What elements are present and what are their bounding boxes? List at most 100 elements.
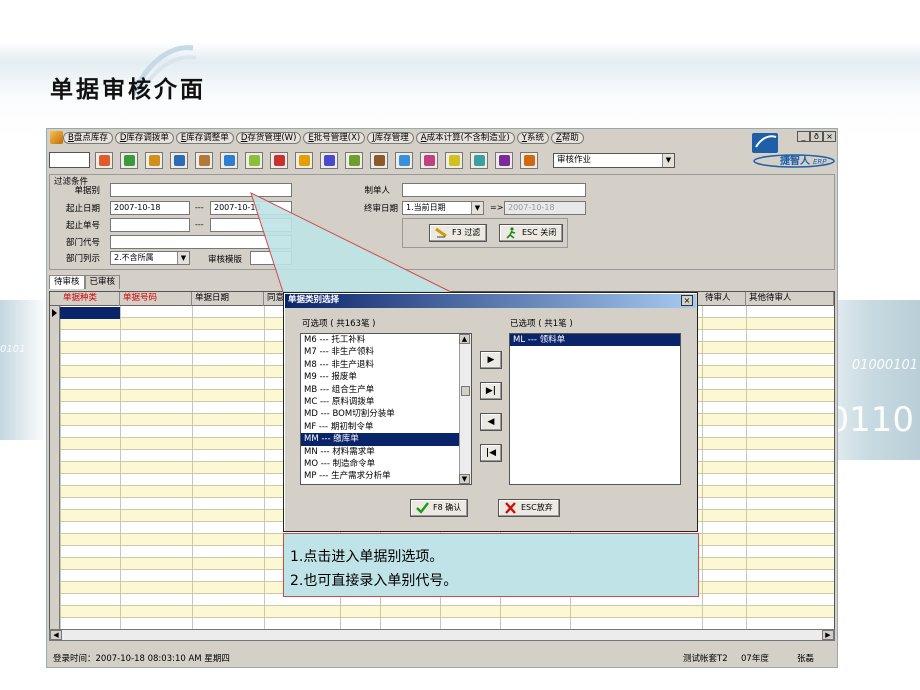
menu-item[interactable]: A成本计算(不含制造业) — [415, 132, 515, 144]
move-all-right-button[interactable]: ▶| — [480, 382, 502, 400]
available-list[interactable]: M6 --- 托工补料 M7 --- 非生产领料 M8 --- 非生产退料 M9 --… — [300, 333, 472, 485]
list-item[interactable]: MM --- 缴库单 — [301, 433, 471, 446]
selected-list[interactable]: ML --- 领料单 — [509, 333, 681, 485]
dept-list-select[interactable]: 2.不含所属 ▼ — [110, 251, 190, 265]
table-row[interactable] — [50, 606, 834, 618]
current-row-arrow-icon — [52, 309, 57, 317]
doc-no-to-input[interactable] — [210, 218, 292, 232]
confirm-button[interactable]: F8 确认 — [410, 499, 469, 517]
toolbar-button[interactable] — [445, 152, 463, 169]
dialog-close-button[interactable]: × — [681, 295, 693, 306]
menu-item[interactable]: D存货管理(W) — [235, 132, 302, 144]
grid-column-divider — [120, 306, 121, 640]
menu-list: B盘点库存 D库存调拨单 E库存调整单 D存货管理(W) E批号管理(X) J库存管理 A成… — [63, 132, 584, 144]
move-left-button[interactable]: ◀ — [480, 413, 502, 431]
grid-column-header[interactable]: 单据日期 — [192, 292, 264, 306]
close-button-label: ESC 关闭 — [522, 228, 557, 237]
status-bar: 登录时间：2007-10-18 08:03:10 AM 星期四 测试帐套T2 0… — [47, 647, 837, 667]
toolbar-button[interactable] — [170, 152, 188, 169]
filter-icon — [435, 227, 447, 238]
doc-no-from-input[interactable] — [110, 218, 190, 232]
menu-item-label: 库存调整单 — [186, 133, 229, 143]
toolbar-icon — [498, 155, 510, 166]
list-item[interactable]: MF --- 期初制令单 — [301, 421, 471, 433]
toolbar-button[interactable] — [120, 152, 138, 169]
final-date-input[interactable]: 2007-10-18 — [504, 201, 586, 215]
list-item[interactable]: M8 --- 非生产退料 — [301, 359, 471, 371]
selected-label: 已选项 ( 共1笔 ) — [510, 319, 573, 329]
tab-pending[interactable]: 待审核 — [49, 275, 85, 289]
move-all-left-button[interactable]: |◀ — [480, 444, 502, 462]
scroll-up-arrow-icon[interactable]: ▲ — [459, 334, 470, 344]
template-input[interactable] — [250, 251, 292, 265]
dept-code-input[interactable] — [110, 235, 292, 249]
list-item[interactable]: ML --- 领料单 — [510, 334, 680, 347]
list-item[interactable]: MD --- BOM切割分装单 — [301, 408, 471, 420]
scroll-left-arrow-icon[interactable]: ◀ — [50, 630, 62, 640]
toolbar-button[interactable] — [95, 152, 113, 169]
fiscal-year: 07年度 — [741, 654, 769, 664]
cross-icon — [505, 502, 516, 514]
toolbar-input[interactable] — [49, 152, 90, 168]
grid-column-header[interactable]: 其他待审人 — [746, 292, 834, 306]
toolbar-button[interactable] — [195, 152, 213, 169]
menu-item[interactable]: Z帮助 — [550, 132, 584, 144]
toolbar-button[interactable] — [345, 152, 363, 169]
mode-select[interactable]: 审核作业 ▼ — [553, 153, 675, 168]
menu-item-label: 批号管理(X) — [313, 133, 361, 143]
filter-button[interactable]: F3 过滤 — [429, 224, 488, 242]
toolbar-button[interactable] — [370, 152, 388, 169]
grid-column-header[interactable]: 单据种类 — [60, 292, 120, 306]
chevron-down-icon: ▼ — [471, 202, 483, 214]
maker-input[interactable] — [402, 183, 586, 197]
tab-reviewed[interactable]: 已审核 — [84, 275, 121, 289]
list-item[interactable]: M9 --- 报废单 — [301, 371, 471, 383]
toolbar-icon — [348, 155, 360, 166]
list-item[interactable]: MN --- 材料需求单 — [301, 446, 471, 458]
final-date-mode-select[interactable]: 1.当前日期 ▼ — [402, 201, 484, 215]
scroll-thumb[interactable] — [461, 386, 470, 396]
cancel-button[interactable]: ESC放弃 — [498, 499, 560, 517]
toolbar-button[interactable] — [470, 152, 488, 169]
selected-cell[interactable] — [60, 307, 120, 319]
toolbar-button[interactable] — [270, 152, 288, 169]
menu-item[interactable]: E批号管理(X) — [303, 132, 366, 144]
grid-column-header[interactable]: 单据号码 — [120, 292, 192, 306]
list-item[interactable]: MB --- 组合生产单 — [301, 384, 471, 396]
date-from-input[interactable]: 2007-10-18 — [110, 201, 190, 215]
doc-type-input[interactable] — [110, 183, 292, 197]
toolbar-button[interactable] — [320, 152, 338, 169]
scroll-down-arrow-icon[interactable]: ▼ — [459, 474, 470, 484]
toolbar-button[interactable] — [220, 152, 238, 169]
list-item[interactable]: MC --- 原料调拨单 — [301, 396, 471, 408]
toolbar-button[interactable] — [245, 152, 263, 169]
toolbar-button[interactable] — [145, 152, 163, 169]
filter-button-label: F3 过滤 — [452, 228, 481, 237]
list-item[interactable]: M7 --- 非生产领料 — [301, 346, 471, 358]
horizontal-scrollbar[interactable]: ◀ ▶ — [49, 629, 835, 641]
menu-item[interactable]: Y系统 — [516, 132, 549, 144]
close-button[interactable]: ESC 关闭 — [499, 224, 564, 242]
slide-title: 单据审核介面 — [50, 76, 206, 103]
grid-column-divider — [60, 306, 61, 640]
grid-column-header[interactable]: 待审人 — [702, 292, 746, 306]
list-item[interactable]: M6 --- 托工补料 — [301, 334, 471, 346]
grid-column-divider — [192, 306, 193, 640]
toolbar-button[interactable] — [395, 152, 413, 169]
move-right-button[interactable]: ▶ — [480, 351, 502, 369]
menu-item[interactable]: E库存调整单 — [175, 132, 234, 144]
menu-item[interactable]: B盘点库存 — [63, 132, 113, 144]
menu-item[interactable]: D库存调拨单 — [114, 132, 174, 144]
list-item[interactable]: MO --- 制造命令单 — [301, 458, 471, 470]
toolbar-button[interactable] — [495, 152, 513, 169]
available-label: 可选项 ( 共163笔 ) — [302, 319, 376, 329]
toolbar-button[interactable] — [420, 152, 438, 169]
menu-item[interactable]: J库存管理 — [367, 132, 414, 144]
date-to-input[interactable]: 2007-10-18 — [210, 201, 292, 215]
scroll-right-arrow-icon[interactable]: ▶ — [822, 630, 834, 640]
list-item[interactable]: MP --- 生产需求分析单 — [301, 470, 471, 482]
grid-column-divider — [746, 306, 747, 640]
available-list-scrollbar[interactable]: ▲ ▼ — [459, 334, 471, 484]
toolbar-button[interactable] — [520, 152, 538, 169]
toolbar-button[interactable] — [295, 152, 313, 169]
